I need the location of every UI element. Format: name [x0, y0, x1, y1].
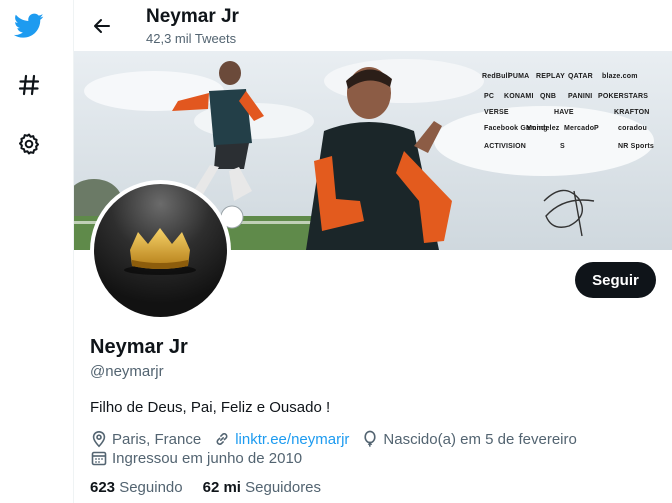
profile-bio: Filho de Deus, Pai, Feliz e Ousado ! — [90, 399, 331, 416]
sponsor-logo: coradou — [618, 125, 648, 132]
sponsor-logo: HAVE — [554, 109, 574, 116]
sponsor-logo: Mondelez — [526, 125, 560, 132]
profile-name: Neymar Jr — [90, 336, 188, 358]
profile-stats: 623 Seguindo 62 mi Seguidores — [90, 479, 341, 496]
crown-avatar-image — [94, 184, 227, 317]
sponsor-logo: KONAMI — [504, 93, 534, 100]
birthday-text: Nascido(a) em 5 de fevereiro — [383, 430, 577, 448]
sponsor-logo: ACTIVISION — [484, 143, 527, 150]
website-item: linktr.ee/neymarjr — [213, 430, 349, 448]
joined-item: Ingressou em junho de 2010 — [90, 449, 302, 467]
followers-stat[interactable]: 62 mi Seguidores — [203, 479, 321, 496]
explore-nav-item[interactable] — [10, 66, 48, 104]
location-text: Paris, France — [112, 430, 202, 448]
sponsor-logo: POKERSTARS — [598, 93, 649, 100]
location-pin-icon — [92, 430, 106, 448]
location-item: Paris, France — [90, 430, 201, 448]
sponsor-logo: RedBull — [482, 73, 510, 80]
sponsor-logo: PANINI — [568, 93, 593, 100]
profile-avatar[interactable] — [90, 180, 231, 321]
tweet-count: 42,3 mil Tweets — [146, 31, 237, 46]
gear-icon — [19, 133, 39, 155]
profile-meta-row: Paris, France linktr.ee/neymarjr Nascido… — [90, 430, 589, 448]
sponsor-logo: PC — [484, 93, 495, 100]
following-count: 623 — [90, 479, 116, 496]
website-link[interactable]: linktr.ee/neymarjr — [235, 431, 349, 448]
hashtag-icon — [18, 74, 40, 96]
followers-count: 62 mi — [202, 479, 241, 496]
follow-button[interactable]: Seguir — [575, 262, 656, 298]
sponsor-logo: QATAR — [568, 73, 593, 80]
profile-meta-row: Ingressou em junho de 2010 — [90, 449, 314, 467]
link-icon — [216, 433, 228, 445]
sponsor-logo: REPLAY — [536, 73, 565, 80]
sponsor-logo: P — [594, 125, 599, 132]
profile-header: Neymar Jr 42,3 mil Tweets — [74, 0, 672, 51]
following-label: Seguindo — [119, 479, 183, 496]
left-nav — [0, 0, 74, 503]
joined-text: Ingressou em junho de 2010 — [112, 449, 303, 467]
back-button[interactable] — [88, 12, 116, 40]
sponsor-logo: QNB — [540, 93, 557, 100]
sponsor-logo: blaze.com — [602, 73, 638, 80]
sponsor-logo: S — [560, 143, 565, 150]
profile-handle: @neymarjr — [90, 363, 164, 380]
sponsor-logo: KRAFTON — [614, 109, 650, 116]
followers-label: Seguidores — [245, 479, 322, 496]
birthday-item: Nascido(a) em 5 de fevereiro — [361, 430, 577, 448]
sponsor-logo: VERSE — [484, 109, 509, 116]
arrow-left-icon — [94, 19, 110, 33]
sponsor-logo: PUMA — [508, 73, 530, 80]
twitter-logo-link[interactable] — [10, 7, 48, 45]
sponsor-logo: Mercado — [564, 125, 595, 132]
following-stat[interactable]: 623 Seguindo — [90, 479, 183, 496]
calendar-icon — [91, 451, 107, 466]
settings-nav-item[interactable] — [10, 125, 48, 163]
sponsor-logo: NR Sports — [618, 143, 655, 150]
twitter-bird-icon — [14, 13, 44, 38]
balloon-icon — [364, 430, 377, 448]
header-title: Neymar Jr — [146, 6, 239, 27]
